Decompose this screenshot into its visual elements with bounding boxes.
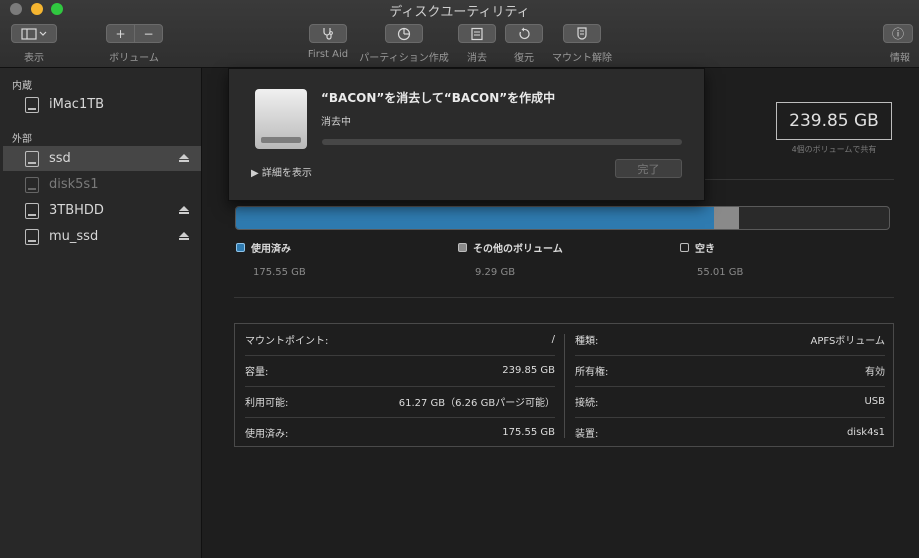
partition-label: パーティション作成 bbox=[359, 53, 449, 64]
sidebar-item-label: iMac1TB bbox=[49, 97, 105, 112]
sheet-status: 消去中 bbox=[321, 117, 351, 128]
info-value: USB bbox=[864, 396, 885, 407]
info-row-available: 利用可能: 61.27 GB（6.26 GBパージ可能） bbox=[245, 386, 555, 417]
legend-free-value: 55.01 GB bbox=[697, 267, 744, 278]
erase-progress-sheet: “BACON”を消去して“BACON”を作成中 消去中 ▶ 詳細を表示 完了 bbox=[228, 68, 705, 201]
sidebar-toggle-icon bbox=[21, 27, 47, 40]
legend-other: その他のボリューム 9.29 GB bbox=[458, 240, 563, 278]
external-disk-icon bbox=[25, 150, 39, 167]
eject-icon[interactable] bbox=[179, 205, 189, 216]
volume-label: ボリューム bbox=[109, 53, 159, 64]
info-key: 所有権: bbox=[575, 367, 609, 378]
sidebar-item-mu-ssd[interactable]: mu_ssd bbox=[3, 224, 201, 249]
info-row-connection: 接続: USB bbox=[575, 386, 885, 417]
info-row-capacity: 容量: 239.85 GB bbox=[245, 355, 555, 386]
info-button[interactable]: ⓘ bbox=[883, 24, 913, 43]
erase-button[interactable] bbox=[458, 24, 496, 43]
info-value: 239.85 GB bbox=[502, 365, 555, 376]
info-value: 175.55 GB bbox=[502, 427, 555, 438]
external-section-header: 外部 bbox=[12, 134, 32, 145]
free-swatch bbox=[680, 243, 689, 252]
remove-volume-button[interactable]: − bbox=[134, 24, 163, 43]
legend-used-label: 使用済み bbox=[251, 244, 291, 255]
partition-button[interactable] bbox=[385, 24, 423, 43]
divider bbox=[234, 297, 894, 298]
sidebar-item-label: ssd bbox=[49, 151, 71, 166]
window-title: ディスクユーティリティ bbox=[389, 5, 530, 20]
sidebar-item-label: 3TBHDD bbox=[49, 203, 104, 218]
erase-disk-icon bbox=[471, 27, 483, 40]
sidebar-item-label: disk5s1 bbox=[49, 177, 99, 192]
shared-volumes-note: 4個のボリュームで共有 bbox=[791, 145, 877, 154]
pie-partition-icon bbox=[397, 27, 411, 40]
sidebar-item-3tbhdd[interactable]: 3TBHDD bbox=[3, 198, 201, 223]
first-aid-button[interactable] bbox=[309, 24, 347, 43]
info-key: 接続: bbox=[575, 398, 599, 409]
legend-other-value: 9.29 GB bbox=[475, 267, 516, 278]
info-row-owners: 所有権: 有効 bbox=[575, 355, 885, 386]
info-value: 有効 bbox=[865, 367, 885, 378]
show-details-toggle[interactable]: ▶ 詳細を表示 bbox=[251, 164, 312, 179]
restore-arrow-icon bbox=[519, 27, 530, 39]
info-value: / bbox=[551, 334, 555, 345]
info-row-used: 使用済み: 175.55 GB bbox=[245, 417, 555, 448]
info-row-device: 装置: disk4s1 bbox=[575, 417, 885, 448]
legend-other-label: その他のボリューム bbox=[473, 244, 563, 255]
eject-icon[interactable] bbox=[179, 231, 189, 242]
info-key: 使用済み: bbox=[245, 429, 289, 440]
external-disk-icon bbox=[25, 228, 39, 245]
capacity-box: 239.85 GB bbox=[776, 102, 892, 140]
title-bar: ディスクユーティリティ 表示 + − ボリューム First Aid パーティシ… bbox=[0, 0, 919, 68]
restore-label: 復元 bbox=[514, 53, 534, 64]
hard-drive-icon bbox=[255, 89, 307, 149]
sidebar-item-ssd[interactable]: ssd bbox=[3, 146, 201, 171]
info-key: 装置: bbox=[575, 429, 599, 440]
info-row-type: 種類: APFSボリューム bbox=[575, 324, 885, 355]
other-swatch bbox=[458, 243, 467, 252]
done-button[interactable]: 完了 bbox=[615, 159, 682, 178]
erase-progress-bar bbox=[322, 139, 682, 145]
view-label: 表示 bbox=[24, 53, 44, 64]
restore-button[interactable] bbox=[505, 24, 543, 43]
info-key: 種類: bbox=[575, 336, 599, 347]
legend-free: 空き 55.01 GB bbox=[680, 240, 743, 278]
erase-label: 消去 bbox=[467, 53, 487, 64]
used-segment bbox=[236, 207, 714, 229]
other-volumes-segment bbox=[713, 207, 740, 229]
internal-section-header: 内蔵 bbox=[12, 81, 32, 92]
info-label: 情報 bbox=[890, 53, 910, 64]
volume-icon bbox=[25, 176, 39, 193]
add-volume-button[interactable]: + bbox=[106, 24, 135, 43]
divider bbox=[703, 179, 894, 180]
usage-bar bbox=[235, 206, 890, 230]
info-value: APFSボリューム bbox=[810, 336, 886, 347]
info-key: 容量: bbox=[245, 367, 269, 378]
stethoscope-icon bbox=[323, 28, 333, 40]
eject-icon[interactable] bbox=[179, 153, 189, 164]
unmount-label: マウント解除 bbox=[552, 53, 612, 64]
used-swatch bbox=[236, 243, 245, 252]
first-aid-label: First Aid bbox=[307, 49, 349, 60]
info-icon: ⓘ bbox=[891, 27, 904, 41]
column-divider bbox=[564, 334, 565, 438]
info-row-mount-point: マウントポイント: / bbox=[245, 324, 555, 355]
legend-free-label: 空き bbox=[695, 244, 715, 255]
sidebar-item-disk5s1[interactable]: disk5s1 bbox=[3, 172, 201, 197]
info-value: disk4s1 bbox=[846, 427, 885, 438]
info-key: マウントポイント: bbox=[245, 336, 329, 347]
sheet-title: “BACON”を消去して“BACON”を作成中 bbox=[321, 91, 556, 105]
unmount-icon bbox=[577, 26, 587, 40]
volume-info-table: マウントポイント: / 容量: 239.85 GB 利用可能: 61.27 GB（6.… bbox=[234, 323, 894, 447]
view-button[interactable] bbox=[11, 24, 57, 43]
unmount-button[interactable] bbox=[563, 24, 601, 43]
sidebar: 内蔵 iMac1TB 外部 ssd disk5s1 3TBHDD mu_ssd bbox=[0, 68, 202, 558]
internal-disk-icon bbox=[25, 96, 39, 113]
legend-used: 使用済み 175.55 GB bbox=[236, 240, 306, 278]
external-disk-icon bbox=[25, 202, 39, 219]
info-value: 61.27 GB（6.26 GBパージ可能） bbox=[398, 398, 555, 409]
sidebar-item-label: mu_ssd bbox=[49, 229, 99, 244]
legend-used-value: 175.55 GB bbox=[253, 267, 306, 278]
info-key: 利用可能: bbox=[245, 398, 289, 409]
sidebar-item-imac1tb[interactable]: iMac1TB bbox=[3, 92, 201, 117]
